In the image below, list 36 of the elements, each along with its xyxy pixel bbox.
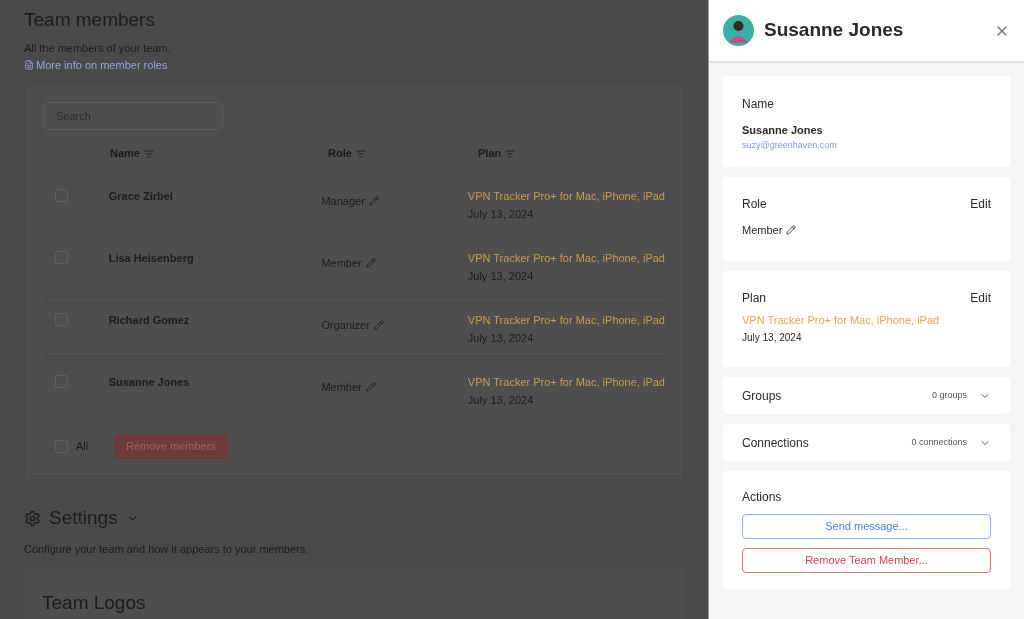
card-label: Name	[742, 96, 774, 113]
plan-name[interactable]: VPN Tracker Pro+ for Mac, iPhone, iPad	[467, 311, 665, 329]
plan-date: July 13, 2024	[742, 330, 802, 345]
edit-icon[interactable]	[365, 382, 376, 393]
plan-name[interactable]: VPN Tracker Pro+ for Mac, iPhone, iPad	[467, 249, 665, 267]
row-label: Connections	[742, 434, 809, 452]
card-label: Role	[742, 196, 767, 213]
edit-icon[interactable]	[786, 225, 797, 236]
card-label: Actions	[742, 489, 783, 506]
plan-name[interactable]: VPN Tracker Pro+ for Mac, iPhone, iPad	[467, 187, 665, 205]
panel-title: Susanne Jones	[764, 18, 904, 43]
edit-icon[interactable]	[368, 196, 379, 206]
send-message-button[interactable]: Send message...	[742, 514, 991, 539]
edit-icon[interactable]	[373, 320, 384, 331]
remove-member-button[interactable]: Remove Team Member...	[742, 548, 991, 573]
card-label: Plan	[742, 290, 767, 307]
edit-icon[interactable]	[365, 258, 376, 269]
sort-icon	[143, 148, 154, 159]
edit-button[interactable]: Edit	[970, 194, 991, 213]
edit-button[interactable]: Edit	[970, 288, 991, 307]
row-label: Groups	[742, 387, 782, 405]
row-count: 0 groups	[931, 388, 967, 402]
collapsible-row[interactable]: Connections 0 connections	[723, 424, 1010, 461]
member-name: Susanne Jones	[742, 123, 823, 138]
sort-icon	[355, 148, 366, 159]
roles-link[interactable]: More info on member roles	[24, 56, 168, 73]
collapsible-row[interactable]: Groups 0 groups	[723, 377, 1010, 414]
email-link[interactable]: suzy@greenhaven.com	[742, 138, 837, 152]
avatar	[723, 15, 754, 46]
plan-name[interactable]: VPN Tracker Pro+ for Mac, iPhone, iPad	[742, 312, 940, 329]
plan-name[interactable]: VPN Tracker Pro+ for Mac, iPhone, iPad	[467, 373, 665, 391]
row-count: 0 connections	[911, 435, 967, 449]
settings-icon	[24, 509, 41, 527]
member-role: Member	[742, 223, 783, 238]
document-icon	[24, 59, 34, 70]
sort-icon	[505, 148, 516, 159]
